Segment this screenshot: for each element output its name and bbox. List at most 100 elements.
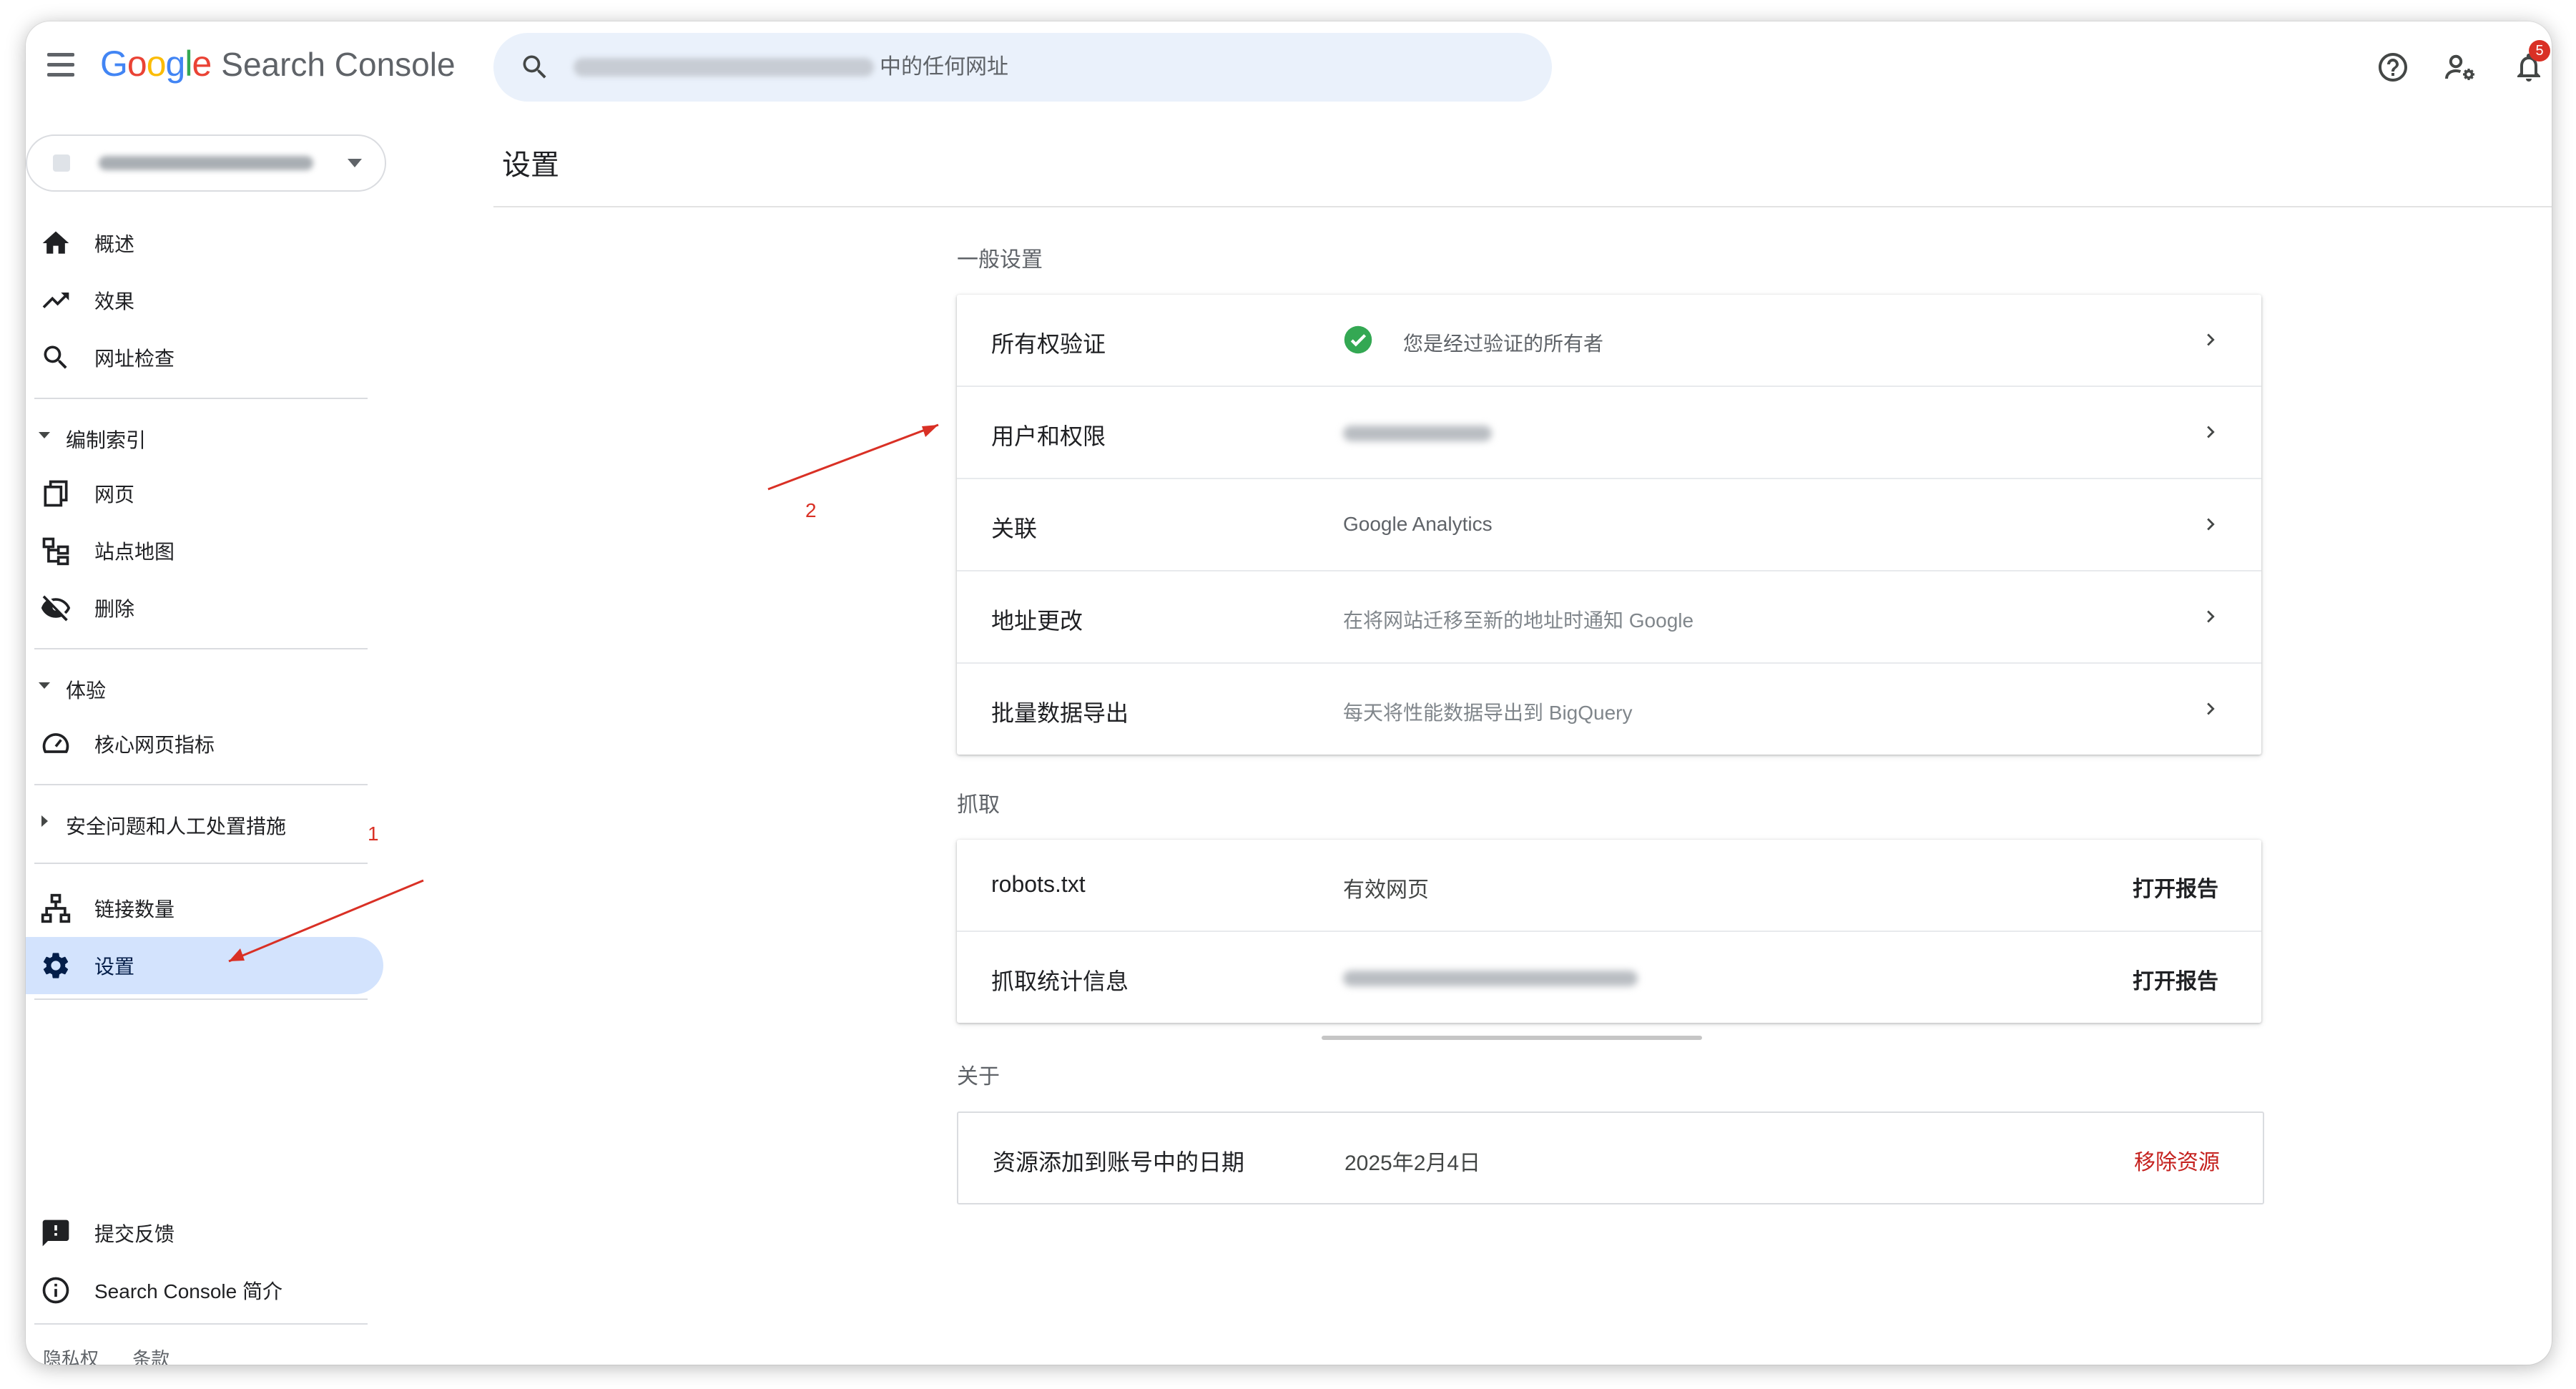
redacted-property-url (99, 156, 313, 170)
sidebar-divider (34, 648, 368, 649)
help-icon[interactable] (2376, 50, 2410, 84)
row-label: 资源添加到账号中的日期 (993, 1149, 1245, 1175)
crawl-row-robots[interactable]: robots.txt 有效网页 打开报告 (957, 840, 2261, 932)
sidebar-divider (34, 998, 368, 1000)
row-label: 用户和权限 (991, 423, 1106, 449)
chevron-right-icon (2198, 697, 2223, 721)
sidebar-item-label: 删除 (94, 598, 135, 620)
sidebar-footer: 隐私权 条款 (43, 1345, 198, 1365)
sidebar-item-label: 效果 (94, 290, 135, 313)
chevron-right-icon (2198, 420, 2223, 444)
search-input[interactable] (880, 49, 1523, 86)
row-label: 地址更改 (991, 608, 1083, 634)
sidebar-item-core-web-vitals[interactable]: 核心网页指标 (26, 715, 383, 772)
sidebar-section-security[interactable]: 安全问题和人工处置措施 (26, 801, 369, 844)
sidebar-item-about[interactable]: Search Console 简介 (26, 1262, 383, 1319)
sidebar-item-performance[interactable]: 效果 (26, 272, 383, 329)
annotation-label-2: 2 (805, 499, 817, 521)
sidebar-section-indexing[interactable]: 编制索引 (26, 415, 369, 458)
redacted-crawl-stats (1343, 971, 1638, 986)
crawling-heading: 抓取 (957, 793, 1000, 817)
crawl-row-stats[interactable]: 抓取统计信息 打开报告 (957, 932, 2261, 1023)
main-menu-icon[interactable] (41, 50, 80, 82)
sidebar-item-label: 链接数量 (94, 898, 175, 921)
row-label: robots.txt (991, 871, 1086, 897)
sidebar-item-label: 提交反馈 (94, 1223, 175, 1245)
about-row-date-added: 资源添加到账号中的日期 2025年2月4日 移除资源 (958, 1113, 2263, 1204)
open-report-button[interactable]: 打开报告 (2133, 871, 2218, 903)
sidebar-item-removals[interactable]: 删除 (26, 579, 383, 637)
sidebar-item-label: 核心网页指标 (94, 734, 215, 756)
row-value: 您是经过验证的所有者 (1403, 333, 1604, 355)
sitemap-icon (40, 535, 72, 566)
settings-row-change-of-address[interactable]: 地址更改 在将网站迁移至新的地址时通知 Google (957, 571, 2261, 664)
notifications-bell-icon[interactable]: 5 (2512, 40, 2550, 84)
property-selector[interactable] (26, 134, 386, 192)
trending-up-icon (40, 285, 72, 316)
sidebar-item-overview[interactable]: 概述 (26, 215, 383, 272)
chevron-right-icon (2198, 512, 2223, 536)
general-settings-card: 所有权验证 您是经过验证的所有者 用户和权限 关联 Google Analyti… (957, 295, 2261, 755)
sidebar-item-label: 设置 (94, 956, 135, 978)
general-settings-heading: 一般设置 (957, 248, 1043, 272)
sidebar-divider (34, 863, 368, 864)
row-value: 有效网页 (1343, 878, 1429, 902)
product-name: Search Console (221, 46, 456, 83)
open-report-button[interactable]: 打开报告 (2133, 963, 2218, 995)
row-label: 关联 (991, 516, 1038, 541)
gauge-icon (40, 728, 72, 760)
remove-property-button[interactable]: 移除资源 (2134, 1144, 2220, 1176)
settings-row-users-permissions[interactable]: 用户和权限 (957, 387, 2261, 479)
sidebar-item-label: 站点地图 (94, 541, 175, 563)
search-icon (40, 342, 72, 373)
row-value: Google Analytics (1343, 513, 1493, 535)
sidebar-item-feedback[interactable]: 提交反馈 (26, 1204, 383, 1262)
top-app-bar: Google Search Console 5 (26, 21, 2552, 112)
section-label: 安全问题和人工处置措施 (66, 815, 287, 838)
sidebar-item-label: 概述 (94, 233, 135, 255)
collapse-arrow-icon (41, 815, 48, 827)
sidebar-section-experience[interactable]: 体验 (26, 665, 369, 708)
annotation-label-1: 1 (368, 823, 379, 845)
feedback-icon (40, 1217, 72, 1249)
chevron-right-icon (2198, 604, 2223, 629)
home-icon (40, 227, 72, 259)
horizontal-scrollbar[interactable] (1322, 1036, 1702, 1040)
sidebar-item-sitemaps[interactable]: 站点地图 (26, 522, 383, 579)
sidebar-divider (34, 1323, 368, 1325)
pages-icon (40, 478, 72, 509)
search-icon (519, 51, 551, 83)
about-card: 资源添加到账号中的日期 2025年2月4日 移除资源 (957, 1111, 2264, 1204)
gear-icon (40, 950, 72, 981)
row-value: 每天将性能数据导出到 BigQuery (1343, 702, 1633, 724)
sidebar-divider (34, 398, 368, 399)
expand-arrow-icon (39, 432, 50, 438)
page-title: 设置 (502, 149, 559, 181)
search-console-logo[interactable]: Google Search Console (100, 43, 456, 89)
settings-row-bulk-export[interactable]: 批量数据导出 每天将性能数据导出到 BigQuery (957, 664, 2261, 755)
section-label: 编制索引 (66, 429, 147, 451)
manage-account-icon[interactable] (2443, 50, 2477, 84)
sidebar-item-links[interactable]: 链接数量 (26, 880, 383, 937)
sidebar-item-url-inspection[interactable]: 网址检查 (26, 329, 383, 386)
settings-row-ownership[interactable]: 所有权验证 您是经过验证的所有者 (957, 295, 2261, 387)
row-label: 所有权验证 (991, 331, 1106, 357)
crawling-card: robots.txt 有效网页 打开报告 抓取统计信息 打开报告 (957, 840, 2261, 1023)
settings-row-associations[interactable]: 关联 Google Analytics (957, 479, 2261, 571)
url-inspection-search[interactable] (493, 33, 1552, 102)
sidebar-divider (34, 784, 368, 785)
verified-check-icon (1343, 325, 1373, 355)
sidebar-item-label: 网页 (94, 484, 135, 506)
row-value: 在将网站迁移至新的地址时通知 Google (1343, 609, 1694, 632)
sidebar-item-settings[interactable]: 设置 (26, 937, 383, 994)
sidebar-item-label: Search Console 简介 (94, 1280, 283, 1302)
section-label: 体验 (66, 679, 107, 702)
redacted-search-prefix (574, 58, 874, 77)
privacy-link[interactable]: 隐私权 (43, 1348, 99, 1365)
sidebar-item-pages[interactable]: 网页 (26, 465, 383, 522)
removals-icon (40, 592, 72, 624)
notification-count-badge: 5 (2529, 40, 2550, 62)
dropdown-caret-icon (348, 159, 362, 167)
property-favicon (53, 154, 70, 172)
terms-link[interactable]: 条款 (132, 1348, 169, 1365)
